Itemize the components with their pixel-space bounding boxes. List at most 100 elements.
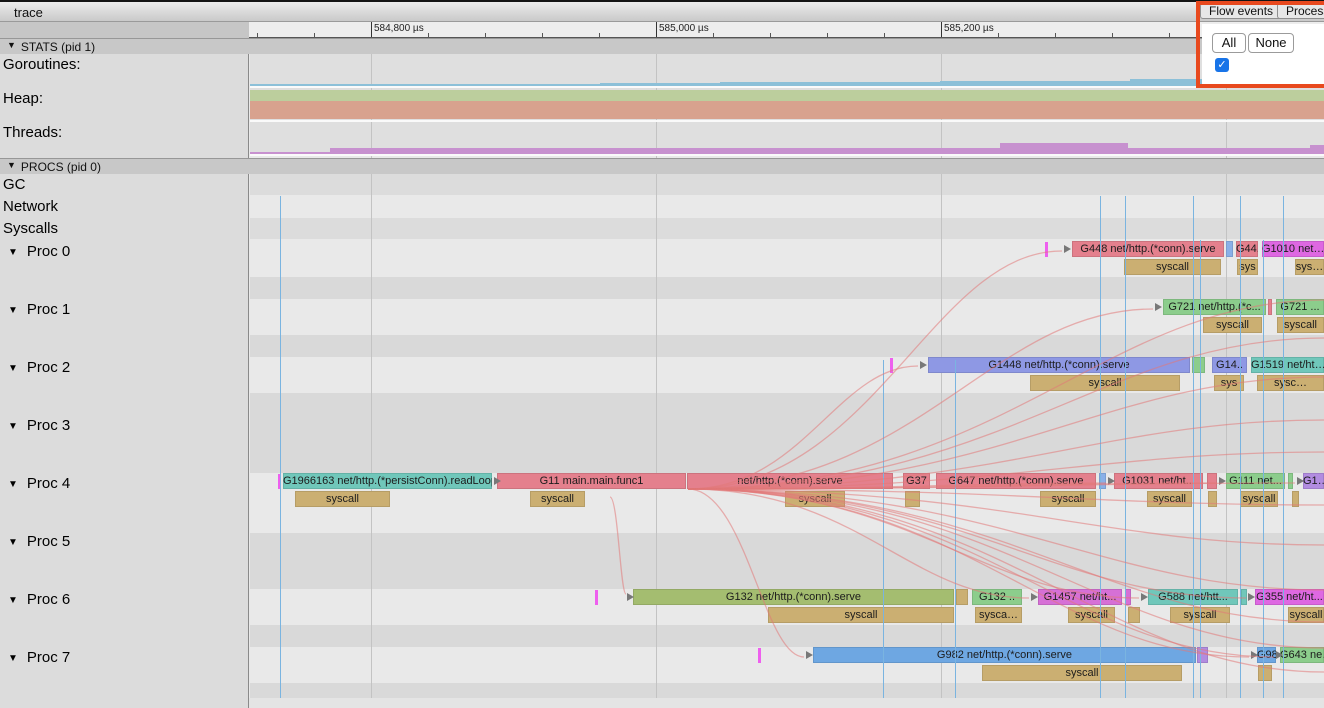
- syscall-span[interactable]: syscall: [1203, 317, 1262, 333]
- goroutine-span[interactable]: G132 ..: [972, 589, 1022, 605]
- proc-row-label[interactable]: ▼Proc 1: [8, 301, 70, 318]
- goroutine-span[interactable]: G1457 net/ht...: [1038, 589, 1122, 605]
- event-timeline-line: [1200, 240, 1201, 698]
- row-band: [250, 174, 1324, 195]
- instant-event-tick[interactable]: [1045, 242, 1048, 257]
- flow-arrival-arrow-icon: [1141, 593, 1148, 601]
- goroutine-span[interactable]: G1031 net/ht...: [1114, 473, 1203, 489]
- goroutine-span[interactable]: [956, 589, 968, 605]
- syscall-span[interactable]: syscall: [1030, 375, 1180, 391]
- goroutine-span[interactable]: G982 net/http.(*conn).serve: [813, 647, 1196, 663]
- goroutine-span[interactable]: G647 net/http.(*conn).serve: [936, 473, 1096, 489]
- disclosure-triangle-icon[interactable]: ▼: [8, 479, 18, 490]
- procs-section-header[interactable]: ▼PROCS (pid 0): [0, 158, 1324, 174]
- proc-row-label[interactable]: ▼Proc 5: [8, 533, 70, 550]
- tab-trace[interactable]: trace: [14, 5, 43, 20]
- proc-label-text: Proc 7: [27, 649, 70, 666]
- syscall-span[interactable]: syscall: [785, 491, 845, 507]
- stats-section-header[interactable]: ▼STATS (pid 1): [0, 38, 1324, 54]
- stats-row-label: Goroutines:: [3, 56, 81, 73]
- syscall-span[interactable]: syscall: [982, 665, 1182, 681]
- syscall-span[interactable]: syscall: [295, 491, 390, 507]
- proc-row-label[interactable]: ▼Proc 3: [8, 417, 70, 434]
- syscall-span[interactable]: sys…: [1295, 259, 1324, 275]
- syscall-span[interactable]: syscall: [530, 491, 585, 507]
- goroutine-span[interactable]: G1519 net/ht…: [1251, 357, 1324, 373]
- flow-arrival-arrow-icon: [1108, 477, 1115, 485]
- goroutine-span[interactable]: [1288, 473, 1293, 489]
- goroutine-span[interactable]: G643 ne…: [1280, 647, 1324, 663]
- syscall-span[interactable]: [905, 491, 920, 507]
- goroutine-span[interactable]: G1966163 net/http.(*persistConn).readLoo…: [283, 473, 492, 489]
- goroutine-span[interactable]: G448 net/http.(*conn).serve: [1072, 241, 1224, 257]
- proc-row-label[interactable]: ▼ Proc 7: [8, 649, 70, 666]
- ruler-minor-tick: [884, 33, 885, 37]
- flow-arrival-arrow-icon: [1219, 477, 1226, 485]
- disclosure-triangle-icon[interactable]: ▼: [8, 653, 18, 664]
- proc-row-label[interactable]: ▼Proc 6: [8, 591, 70, 608]
- row-band: [250, 415, 1324, 473]
- disclosure-triangle-icon[interactable]: ▼: [8, 595, 18, 606]
- proc-row-label[interactable]: ▼Proc 4: [8, 475, 70, 492]
- goroutine-span[interactable]: G14..: [1212, 357, 1247, 373]
- syscall-span[interactable]: syscall: [1240, 491, 1278, 507]
- goroutine-span[interactable]: [1268, 299, 1272, 315]
- goroutine-span[interactable]: [1197, 647, 1208, 663]
- process-button[interactable]: Processes: [1277, 3, 1324, 19]
- flow-checkbox[interactable]: ✓: [1215, 58, 1229, 72]
- goroutine-span[interactable]: G111 net...: [1226, 473, 1285, 489]
- goroutine-span[interactable]: G11 main.main.func1: [497, 473, 686, 489]
- none-button[interactable]: None: [1248, 33, 1294, 53]
- goroutine-span[interactable]: G1…: [1303, 473, 1324, 489]
- goroutine-span[interactable]: [1207, 473, 1217, 489]
- goroutine-span[interactable]: G1448 net/http.(*conn).serve: [928, 357, 1190, 373]
- flow-arrival-arrow-icon: [1248, 593, 1255, 601]
- syscall-span[interactable]: [1208, 491, 1217, 507]
- syscall-span[interactable]: syscall: [1040, 491, 1096, 507]
- disclosure-triangle-icon[interactable]: ▼: [8, 537, 18, 548]
- instant-event-tick[interactable]: [758, 648, 761, 663]
- collapse-triangle-icon[interactable]: ▼: [7, 160, 16, 170]
- proc-row-label[interactable]: ▼Proc 0: [8, 243, 70, 260]
- goroutine-span[interactable]: G1010 net…: [1262, 241, 1324, 257]
- goroutine-span[interactable]: G355 net/ht...: [1255, 589, 1324, 605]
- goroutine-span[interactable]: net/http.(*conn).serve: [687, 473, 893, 489]
- goroutines-chart: [250, 84, 600, 86]
- ruler-minor-tick: [485, 33, 486, 37]
- syscall-span[interactable]: syscall: [768, 607, 954, 623]
- syscall-span[interactable]: [1128, 607, 1140, 623]
- goroutine-span[interactable]: [1226, 241, 1233, 257]
- syscall-span[interactable]: sysc…: [1257, 375, 1324, 391]
- syscall-span[interactable]: [1258, 665, 1272, 681]
- disclosure-triangle-icon[interactable]: ▼: [8, 363, 18, 374]
- instant-event-tick[interactable]: [595, 590, 598, 605]
- row-band: [250, 393, 1324, 415]
- collapse-triangle-icon[interactable]: ▼: [7, 40, 16, 50]
- row-band: [250, 533, 1324, 589]
- syscall-span[interactable]: syscall: [1277, 317, 1324, 333]
- syscall-span[interactable]: syscall: [1147, 491, 1192, 507]
- goroutine-span[interactable]: [1241, 589, 1247, 605]
- threads-chart: [1000, 143, 1128, 154]
- proc-row-label[interactable]: ▼Proc 2: [8, 359, 70, 376]
- disclosure-triangle-icon[interactable]: ▼: [8, 247, 18, 258]
- syscall-span[interactable]: syscall: [1068, 607, 1115, 623]
- flow-events-button[interactable]: Flow events: [1200, 3, 1282, 19]
- flow-arrival-arrow-icon: [627, 593, 634, 601]
- ruler-major-tick: [941, 22, 942, 37]
- goroutine-span[interactable]: G132 net/http.(*conn).serve: [633, 589, 954, 605]
- all-button[interactable]: All: [1212, 33, 1246, 53]
- syscall-span[interactable]: syscall: [1124, 259, 1221, 275]
- disclosure-triangle-icon[interactable]: ▼: [8, 421, 18, 432]
- major-gridline: [371, 38, 372, 698]
- goroutine-span[interactable]: G98: [1257, 647, 1276, 663]
- syscall-span[interactable]: syscall: [1288, 607, 1324, 623]
- flow-arrival-arrow-icon: [1251, 651, 1258, 659]
- syscall-span[interactable]: [1292, 491, 1299, 507]
- event-timeline-line: [1100, 196, 1101, 698]
- goroutine-span[interactable]: G721 net/http.(*c...: [1163, 299, 1266, 315]
- syscall-span[interactable]: sysca…: [975, 607, 1022, 623]
- goroutine-span[interactable]: G37: [903, 473, 930, 489]
- disclosure-triangle-icon[interactable]: ▼: [8, 305, 18, 316]
- instant-event-tick[interactable]: [890, 358, 893, 373]
